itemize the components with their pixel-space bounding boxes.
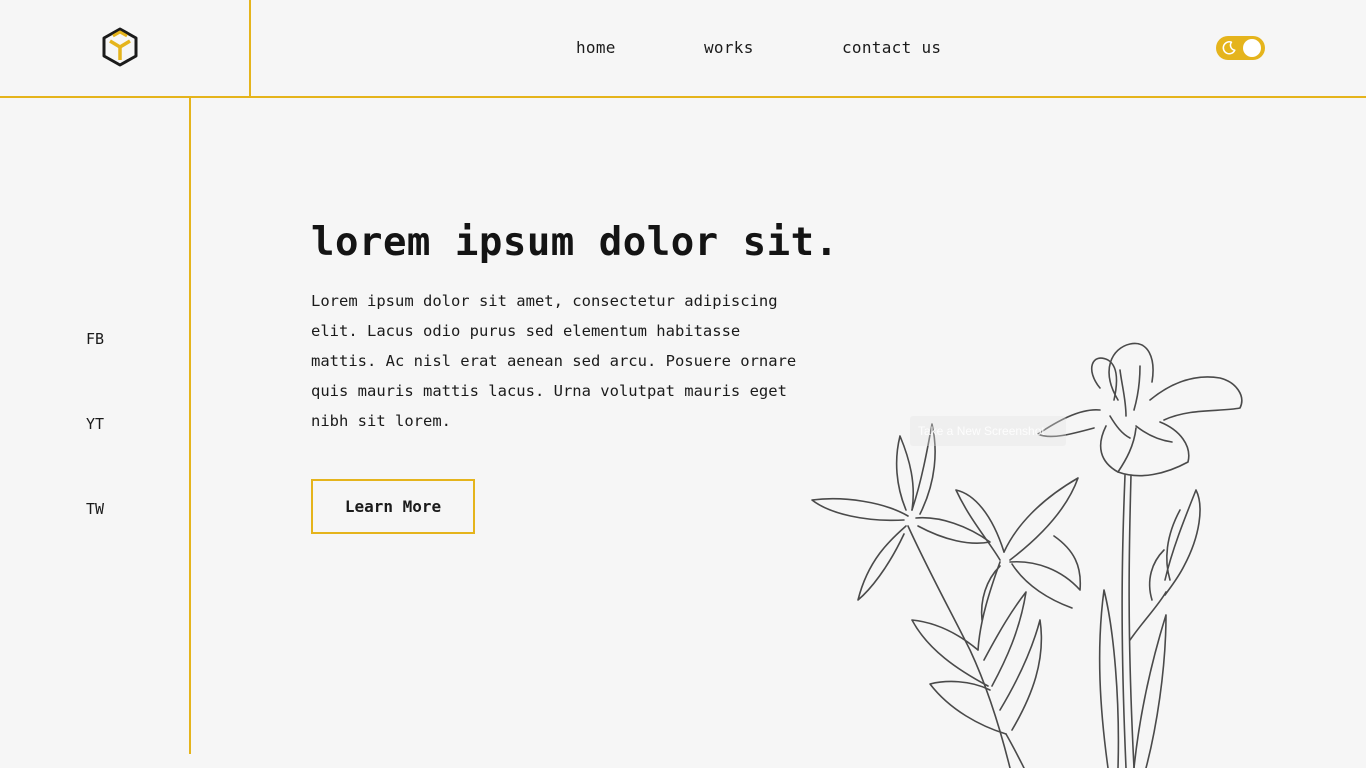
page: home works contact us FB YT TW lorem ips…	[0, 0, 1366, 768]
social-link-youtube[interactable]: YT	[86, 415, 104, 433]
moon-icon	[1222, 41, 1236, 55]
nav-link-works[interactable]: works	[704, 38, 754, 57]
nav-link-home[interactable]: home	[576, 38, 616, 57]
social-link-twitter[interactable]: TW	[86, 500, 104, 518]
vertical-divider	[189, 98, 191, 754]
social-link-facebook[interactable]: FB	[86, 330, 104, 348]
hero-title: lorem ipsum dolor sit.	[311, 220, 839, 265]
logo-cell	[0, 0, 251, 97]
screenshot-tooltip: Take a New Screenshot	[910, 416, 1066, 446]
learn-more-button[interactable]: Learn More	[311, 479, 475, 534]
nav-link-contact[interactable]: contact us	[842, 38, 941, 57]
theme-toggle[interactable]	[1216, 36, 1265, 60]
hero-description: Lorem ipsum dolor sit amet, consectetur …	[311, 292, 797, 430]
iris-flower-illustration	[811, 342, 1243, 768]
cube-logo-icon[interactable]	[101, 27, 139, 67]
toggle-knob	[1243, 39, 1261, 57]
header: home works contact us	[0, 0, 1366, 98]
